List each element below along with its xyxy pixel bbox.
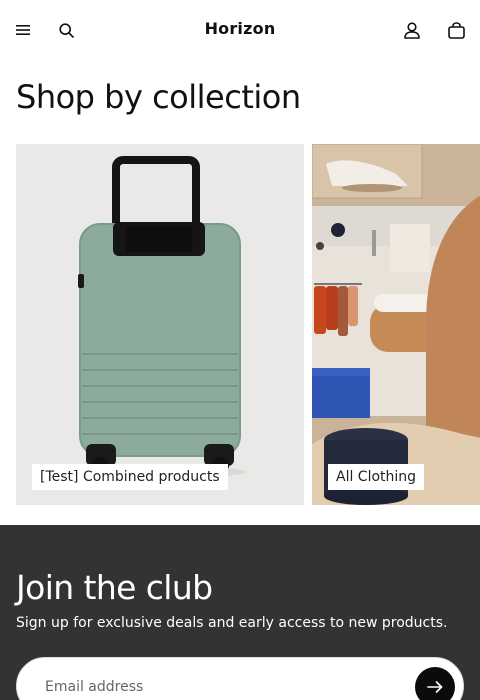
subscribe-button[interactable] bbox=[415, 667, 455, 700]
collection-card-all-clothing[interactable]: All Clothing bbox=[312, 144, 480, 505]
email-form bbox=[16, 657, 464, 700]
menu-icon bbox=[16, 25, 30, 35]
arrow-right-icon bbox=[427, 681, 443, 693]
newsletter-section: Join the club Sign up for exclusive deal… bbox=[0, 525, 480, 700]
cart-button[interactable] bbox=[442, 16, 470, 44]
account-icon bbox=[404, 21, 420, 39]
collection-card-label: All Clothing bbox=[328, 464, 425, 490]
newsletter-title: Join the club bbox=[16, 568, 213, 607]
search-icon bbox=[58, 22, 74, 38]
collection-carousel[interactable]: [Test] Combined products All Clothing bbox=[16, 144, 480, 505]
collection-card-label: [Test] Combined products bbox=[32, 464, 228, 490]
site-header: Horizon bbox=[0, 0, 480, 60]
account-button[interactable] bbox=[398, 16, 426, 44]
bag-icon bbox=[447, 21, 465, 39]
menu-button[interactable] bbox=[9, 16, 37, 44]
clothing-store-image bbox=[312, 144, 480, 505]
search-button[interactable] bbox=[52, 16, 80, 44]
suitcase-image bbox=[16, 144, 304, 505]
collection-card-combined-products[interactable]: [Test] Combined products bbox=[16, 144, 304, 505]
email-input[interactable] bbox=[45, 674, 405, 700]
newsletter-subtitle: Sign up for exclusive deals and early ac… bbox=[16, 615, 448, 631]
brand-logo[interactable]: Horizon bbox=[205, 19, 276, 38]
section-title: Shop by collection bbox=[16, 78, 301, 116]
